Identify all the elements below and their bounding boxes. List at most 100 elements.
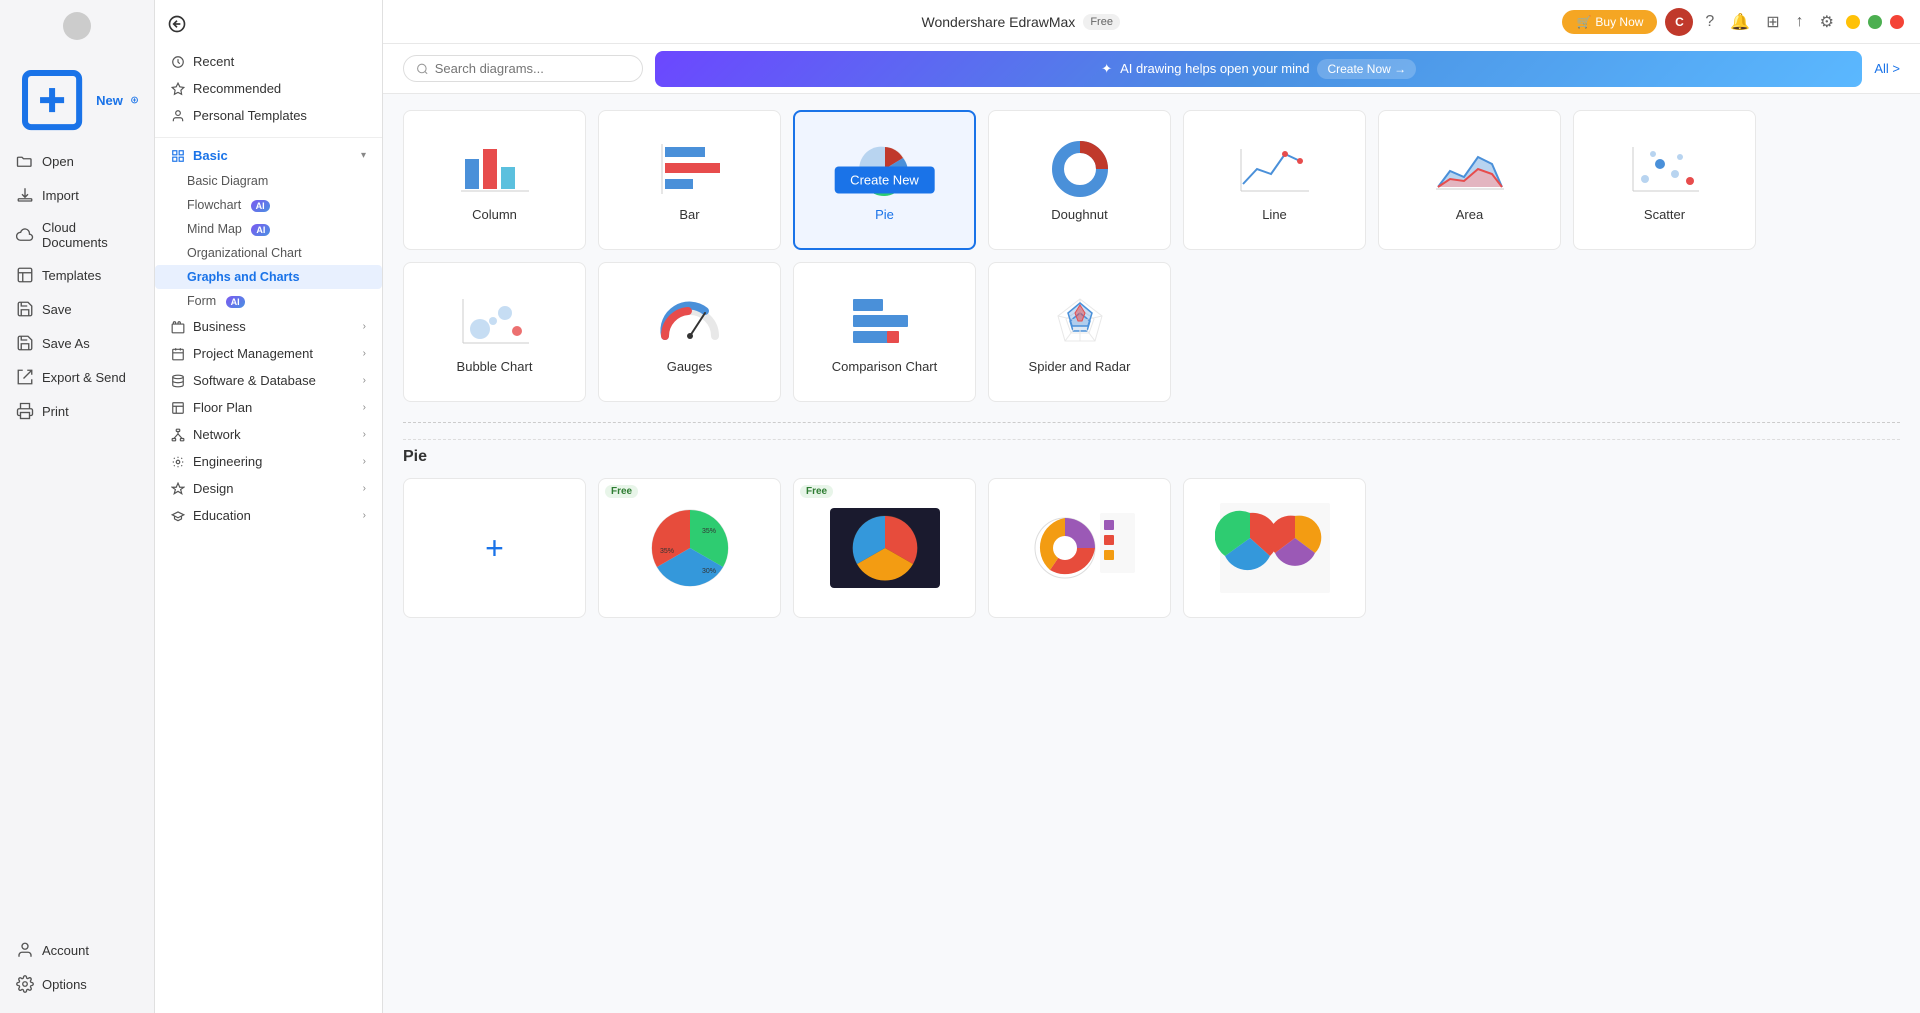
chart-card-column[interactable]: Column	[403, 110, 586, 250]
sidebar-category-basic[interactable]: Basic ▾	[155, 142, 382, 169]
buy-now-button[interactable]: 🛒 Buy Now	[1562, 10, 1657, 34]
chart-card-bubble[interactable]: Bubble Chart	[403, 262, 586, 402]
line-chart-icon	[1235, 139, 1315, 199]
chart-card-bar[interactable]: Bar	[598, 110, 781, 250]
template-svg-4	[1215, 498, 1335, 598]
search-box[interactable]	[403, 55, 643, 82]
sidebar-item-save[interactable]: Save	[0, 292, 154, 326]
sidebar-category-project-mgmt[interactable]: Project Management ›	[155, 340, 382, 367]
engineering-chevron-icon: ›	[363, 456, 366, 467]
plus-square-icon	[16, 64, 88, 136]
chart-card-doughnut[interactable]: Doughnut	[988, 110, 1171, 250]
chart-card-gauges[interactable]: Gauges	[598, 262, 781, 402]
chart-card-comparison[interactable]: Comparison Chart	[793, 262, 976, 402]
bar-label: Bar	[679, 207, 699, 222]
sidebar-form[interactable]: Form AI	[155, 289, 382, 313]
create-new-overlay[interactable]: Create New	[834, 167, 935, 194]
sidebar-flowchart[interactable]: Flowchart AI	[155, 193, 382, 217]
sidebar-item-import[interactable]: Import	[0, 178, 154, 212]
column-chart-icon	[455, 139, 535, 199]
sidebar-mind-map[interactable]: Mind Map AI	[155, 217, 382, 241]
sidebar-basic-diagram[interactable]: Basic Diagram	[155, 169, 382, 193]
gauges-label: Gauges	[667, 359, 713, 374]
sidebar-category-network[interactable]: Network ›	[155, 421, 382, 448]
sidebar-item-export[interactable]: Export & Send	[0, 360, 154, 394]
sidebar-item-options[interactable]: Options	[0, 967, 154, 1001]
sidebar-org-chart[interactable]: Organizational Chart	[155, 241, 382, 265]
sidebar-item-cloud[interactable]: Cloud Documents	[0, 212, 154, 258]
bell-icon[interactable]: 🔔	[1726, 8, 1754, 36]
all-link[interactable]: All >	[1874, 61, 1900, 76]
user-avatar[interactable]: C	[1665, 8, 1693, 36]
chart-card-pie[interactable]: Create New Pie	[793, 110, 976, 250]
column-label: Column	[472, 207, 517, 222]
template-thumb-2	[794, 479, 975, 617]
app-title: Wondershare EdrawMax	[922, 14, 1076, 30]
question-icon[interactable]: ?	[1701, 9, 1718, 35]
share-icon[interactable]: ↑	[1792, 9, 1808, 35]
chart-card-spider-radar[interactable]: Spider and Radar	[988, 262, 1171, 402]
download-icon	[16, 186, 34, 204]
area-label: Area	[1456, 207, 1483, 222]
floorplan-chevron-icon: ›	[363, 402, 366, 413]
engineering-icon	[171, 455, 185, 469]
sidebar-category-design[interactable]: Design ›	[155, 475, 382, 502]
chart-card-area[interactable]: Area	[1378, 110, 1561, 250]
create-now-button[interactable]: Create Now →	[1317, 59, 1416, 79]
template-svg-2	[825, 498, 945, 598]
templates-section-title: Pie	[403, 448, 427, 466]
sidebar-personal-templates[interactable]: Personal Templates	[155, 102, 382, 129]
template-add-new[interactable]: +	[403, 478, 586, 618]
sidebar-item-save-as[interactable]: Save As	[0, 326, 154, 360]
settings-icon[interactable]: ⚙	[1816, 8, 1838, 36]
bubble-label: Bubble Chart	[457, 359, 533, 374]
back-button[interactable]	[155, 8, 382, 40]
sidebar-item-new[interactable]: New	[0, 56, 154, 144]
ai-badge-mindmap: AI	[251, 224, 270, 236]
template-card-2[interactable]: Free	[793, 478, 976, 618]
svg-text:35%: 35%	[660, 548, 674, 555]
recent-icon	[171, 55, 185, 69]
new-plus-icon	[131, 94, 138, 106]
sidebar-category-education[interactable]: Education ›	[155, 502, 382, 529]
sidebar-recommended[interactable]: Recommended	[155, 75, 382, 102]
sidebar-recent[interactable]: Recent	[155, 48, 382, 75]
bar-chart-icon	[650, 139, 730, 199]
app-title-area: Wondershare EdrawMax Free	[922, 14, 1120, 30]
templates-section-header: Pie	[403, 439, 1900, 466]
sidebar-category-business[interactable]: Business ›	[155, 313, 382, 340]
basic-icon	[171, 149, 185, 163]
window-maximize-button[interactable]	[1868, 15, 1882, 29]
business-icon	[171, 320, 185, 334]
template-card-4[interactable]	[1183, 478, 1366, 618]
area-chart-icon	[1430, 139, 1510, 199]
sidebar-graphs-charts[interactable]: Graphs and Charts	[155, 265, 382, 289]
sidebar-item-print[interactable]: Print	[0, 394, 154, 428]
content-area: Column Bar	[383, 94, 1920, 1013]
software-chevron-icon: ›	[363, 375, 366, 386]
doughnut-label: Doughnut	[1051, 207, 1107, 222]
spider-radar-label: Spider and Radar	[1029, 359, 1131, 374]
window-minimize-button[interactable]	[1846, 15, 1860, 29]
titlebar: Wondershare EdrawMax Free 🛒 Buy Now C ? …	[383, 0, 1920, 44]
template-card-3[interactable]	[988, 478, 1171, 618]
svg-text:35%: 35%	[702, 528, 716, 535]
apps-icon[interactable]: ⊞	[1762, 8, 1783, 36]
template-thumb-1: 35% 30% 35%	[599, 479, 780, 617]
search-icon	[416, 62, 429, 76]
template-card-1[interactable]: Free 35% 30% 35%	[598, 478, 781, 618]
business-chevron-icon: ›	[363, 321, 366, 332]
chart-card-scatter[interactable]: Scatter	[1573, 110, 1756, 250]
sidebar-category-engineering[interactable]: Engineering ›	[155, 448, 382, 475]
ai-banner[interactable]: ✦ AI drawing helps open your mind Create…	[655, 51, 1862, 87]
sidebar-item-account[interactable]: Account	[0, 933, 154, 967]
search-input[interactable]	[435, 61, 630, 76]
sidebar-category-software-db[interactable]: Software & Database ›	[155, 367, 382, 394]
save-icon	[16, 300, 34, 318]
sidebar-item-templates[interactable]: Templates	[0, 258, 154, 292]
sidebar-category-floor-plan[interactable]: Floor Plan ›	[155, 394, 382, 421]
sidebar-item-open[interactable]: Open	[0, 144, 154, 178]
window-close-button[interactable]	[1890, 15, 1904, 29]
sidebar-wide: Recent Recommended Personal Templates Ba…	[155, 0, 383, 1013]
chart-card-line[interactable]: Line	[1183, 110, 1366, 250]
